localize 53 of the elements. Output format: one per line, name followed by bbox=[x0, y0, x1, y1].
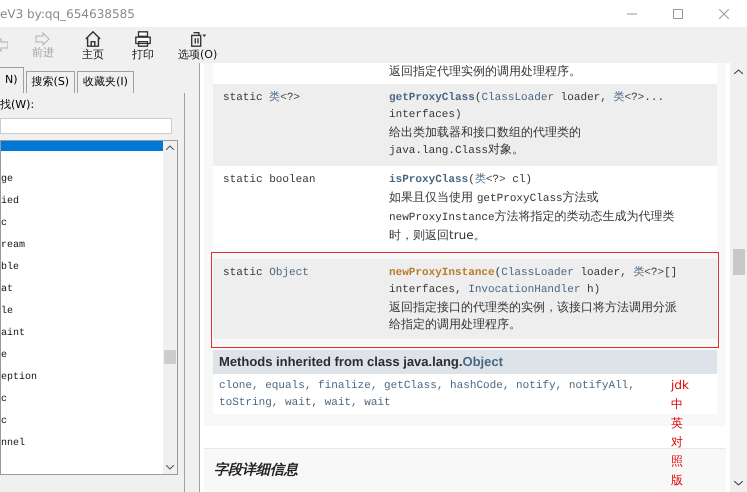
scroll-thumb[interactable] bbox=[732, 249, 744, 275]
find-field[interactable] bbox=[0, 118, 172, 134]
toolbar-button[interactable]: 打印 bbox=[128, 30, 158, 60]
inherited-heading: Methods inherited from class java.lang.Object bbox=[219, 353, 503, 372]
scrollbar[interactable] bbox=[163, 140, 177, 474]
index-list-item[interactable]: ble bbox=[1, 262, 163, 272]
annotation-text: jdk中英对照版 bbox=[671, 377, 690, 489]
index-list-item[interactable]: ge bbox=[1, 174, 163, 184]
method-description: 返回指定代理实例的调用处理程序。 bbox=[389, 63, 582, 80]
index-list-item[interactable]: nnel bbox=[1, 438, 163, 448]
forward-arrow-icon bbox=[35, 32, 51, 46]
index-list-item[interactable]: ied bbox=[1, 196, 163, 206]
printer-icon bbox=[134, 30, 152, 48]
index-list-item[interactable]: eption bbox=[1, 372, 163, 382]
house-icon bbox=[84, 30, 102, 48]
window-title: eV3 by:qq_654638585 bbox=[0, 6, 135, 22]
minimize-icon bbox=[627, 12, 637, 14]
method-signature: getProxyClass(ClassLoader loader, 类<?>... interfaces) bbox=[389, 90, 666, 123]
scroll-down-icon bbox=[166, 464, 174, 470]
method-modifier: static boolean bbox=[223, 173, 316, 188]
index-list-item[interactable]: c bbox=[1, 218, 163, 228]
index-list-item[interactable]: c bbox=[1, 416, 163, 426]
index-list-item[interactable]: c bbox=[1, 394, 163, 404]
splitter[interactable] bbox=[185, 63, 200, 492]
inherited-method-list: clone, equals, finalize, getClass, hashCode, notify, notifyAll, toString, wait, wait, wait bbox=[219, 378, 659, 408]
maximize-icon bbox=[673, 8, 683, 18]
index-list-item[interactable]: at bbox=[1, 284, 163, 294]
toolbar-button[interactable]: 选项(O) bbox=[178, 30, 218, 60]
method-description: 给出类加载器和接口数组的代理类的 java.lang.Class对象。 bbox=[389, 124, 582, 159]
method-modifier: static Object bbox=[223, 266, 310, 281]
method-description: 返回指定接口的代理类的实例，该接口将方法调用分派给指定的调用处理程序。 bbox=[389, 299, 678, 333]
scroll-thumb[interactable] bbox=[164, 350, 176, 364]
scroll-down-icon bbox=[734, 481, 743, 486]
index-list-item[interactable]: le bbox=[1, 306, 163, 316]
section-heading: 字段详细信息 bbox=[214, 462, 298, 478]
method-signature: newProxyInstance(ClassLoader loader, 类<?>[] interfaces, InvocationHandler h) bbox=[389, 265, 678, 298]
close-icon bbox=[719, 8, 729, 18]
method-modifier: static 类<?> bbox=[223, 90, 302, 106]
scroll-up-icon bbox=[734, 69, 743, 74]
content-scrollbar[interactable] bbox=[730, 63, 747, 492]
method-description: 如果且仅当使用 getProxyClass方法或 newProxyInstance方法将指定的类动态生成为代理类时，则返回true。 bbox=[389, 189, 676, 244]
scroll-up-icon bbox=[166, 144, 174, 150]
options-icon bbox=[188, 30, 207, 48]
index-list-item[interactable]: aint bbox=[1, 328, 163, 338]
index-list-item[interactable] bbox=[1, 140, 163, 150]
index-list-item[interactable]: ream bbox=[1, 240, 163, 250]
sidebar-tab[interactable]: 收藏夹(I) bbox=[77, 71, 134, 93]
sidebar-tab[interactable]: N) bbox=[0, 67, 24, 93]
find-label: 找(W): bbox=[0, 97, 36, 113]
toolbar-button[interactable]: 主页 bbox=[78, 30, 108, 60]
sidebar-tab[interactable]: 搜索(S) bbox=[26, 71, 76, 93]
method-signature: isProxyClass(类<?> cl) bbox=[389, 172, 534, 188]
index-list-item[interactable]: e bbox=[1, 350, 163, 360]
